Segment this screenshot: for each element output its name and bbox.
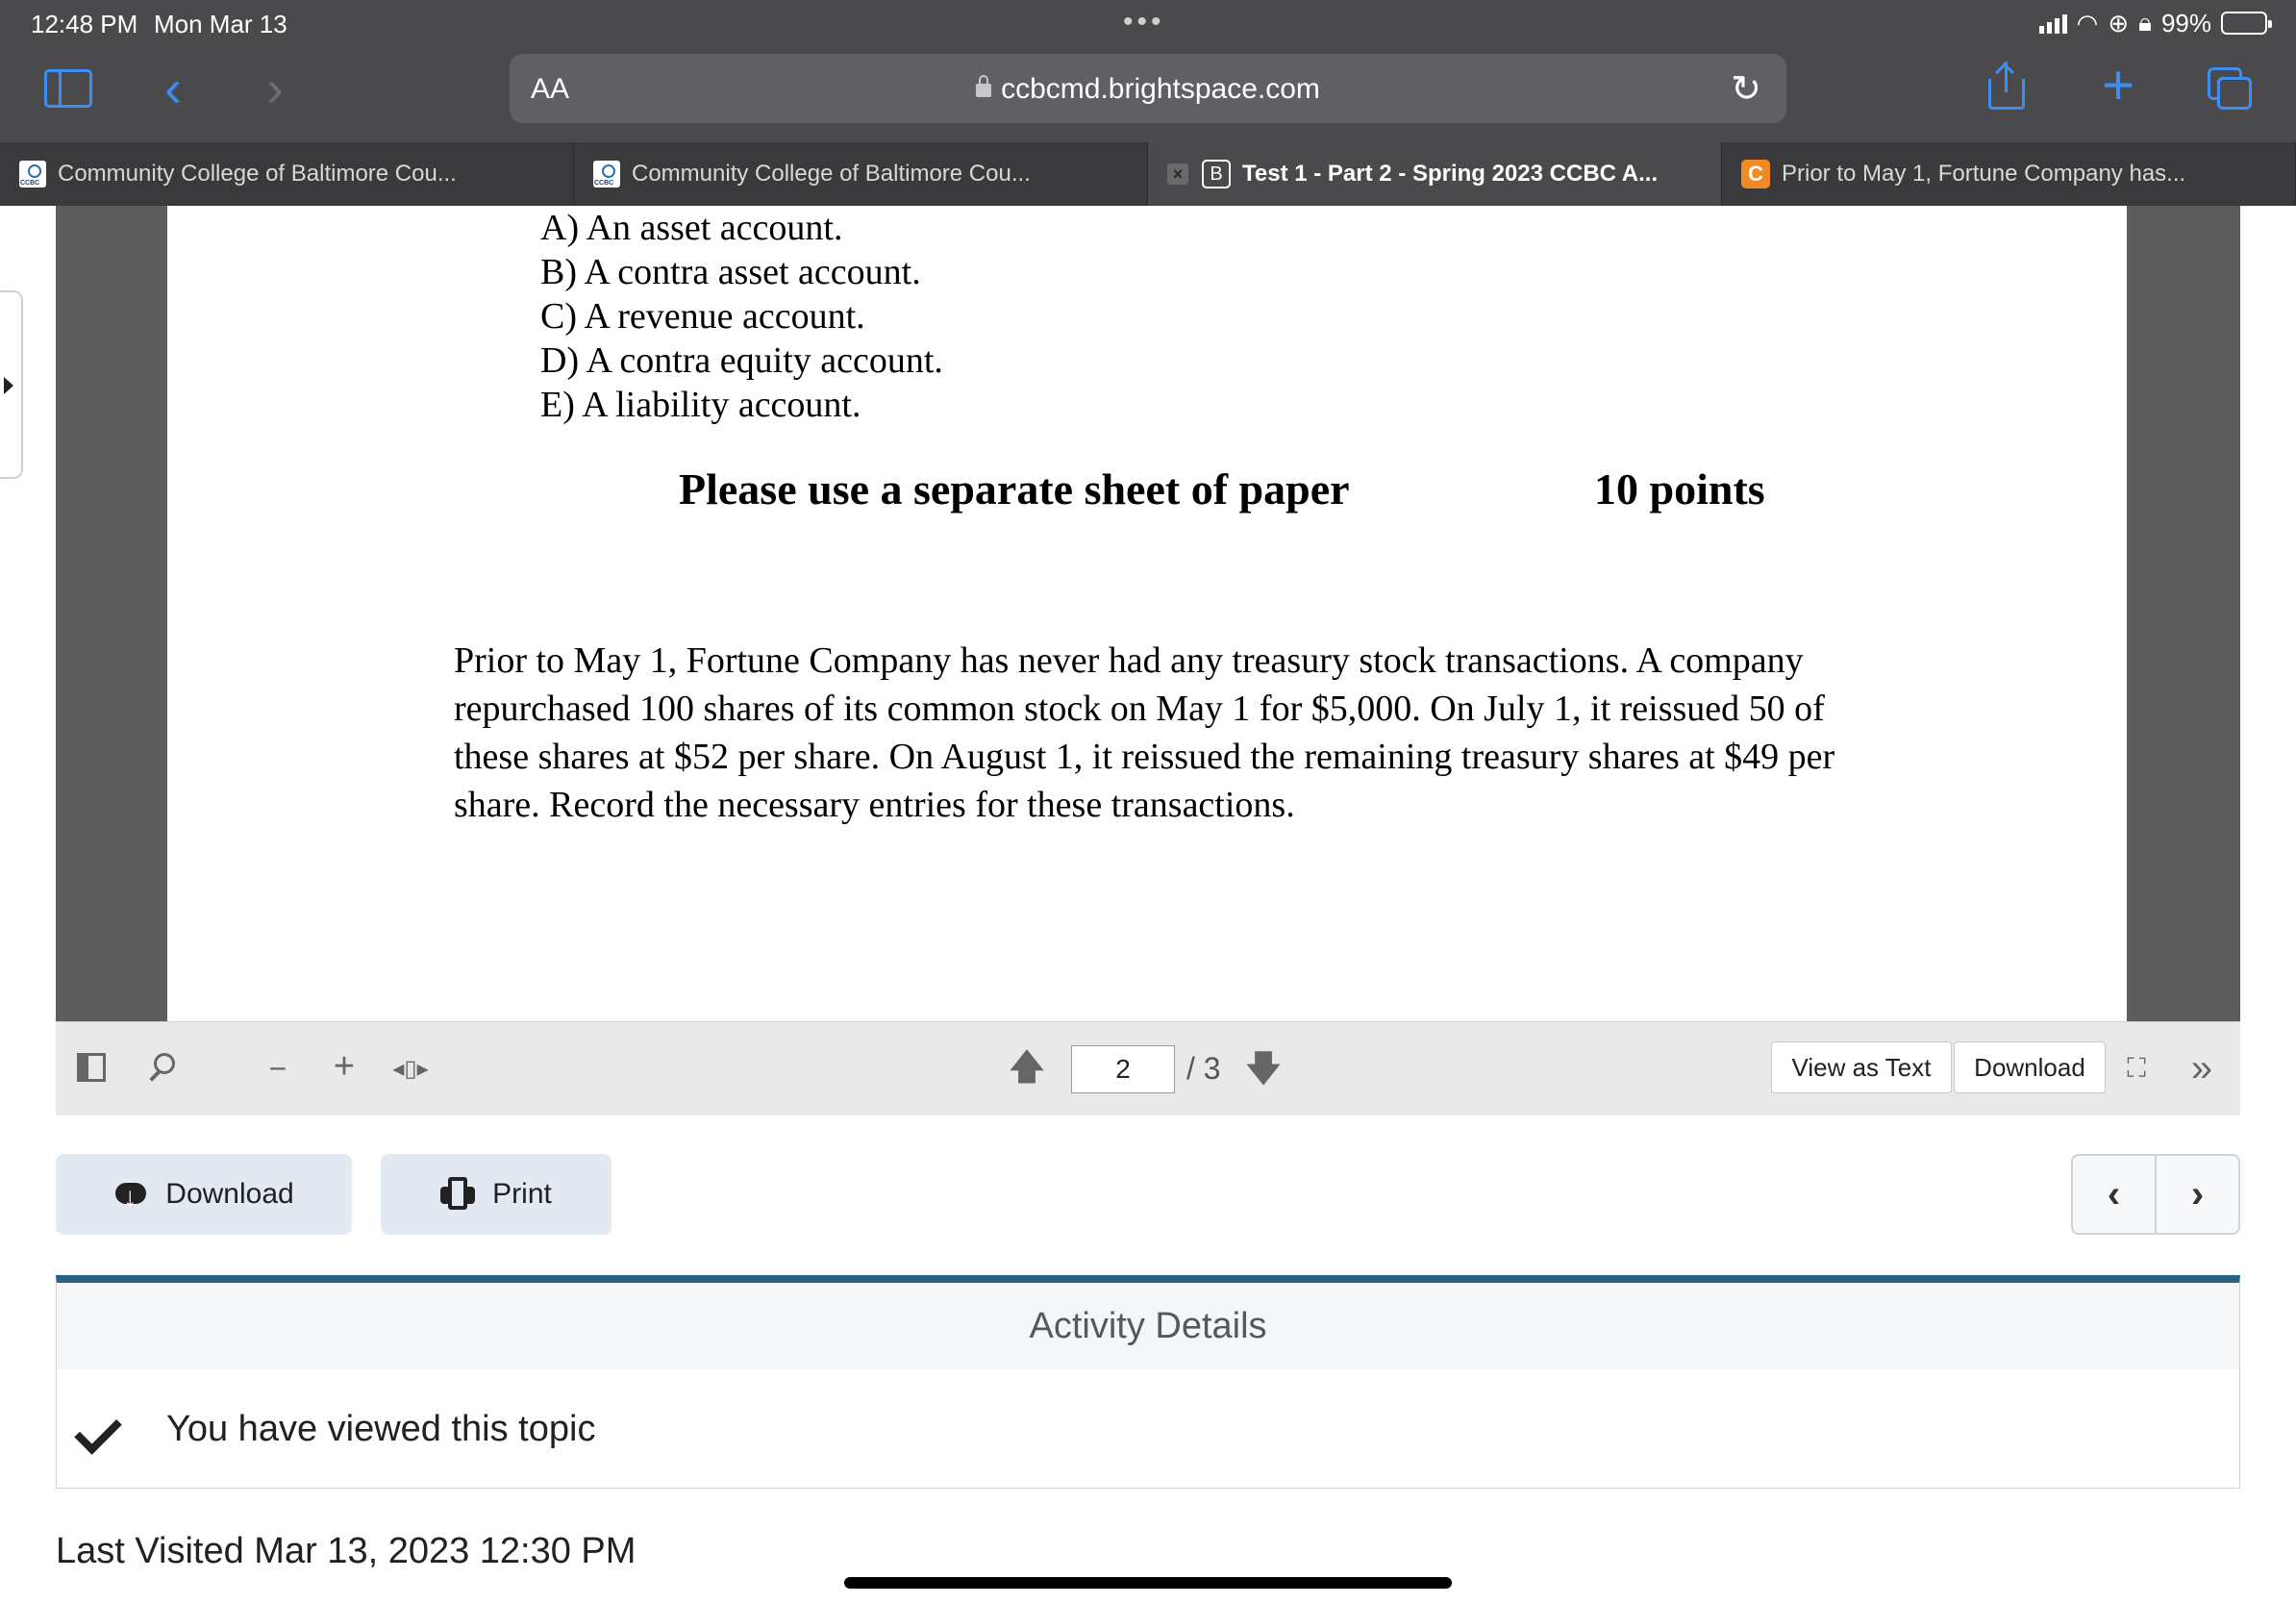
fullscreen-icon[interactable]: ⛶ [2117,1049,2156,1088]
battery-percent: 99% [2160,8,2211,38]
answer-choices: A) An asset account. B) A contra asset a… [540,206,943,427]
page-total: / 3 [1186,1051,1221,1086]
lock-status-icon: 🔒︎ [2138,8,2152,37]
cellular-signal-icon [2038,13,2067,34]
browser-toolbar: ‹ › AA ccbcmd.brightspace.com ↻ + [0,46,2296,142]
tab-title: Test 1 - Part 2 - Spring 2023 CCBC A... [1242,161,1659,187]
reload-icon[interactable]: ↻ [1727,67,1765,110]
lock-icon [976,75,992,97]
question-line: Prior to May 1, Fortune Company has neve… [454,640,1804,681]
last-visited-text: Last Visited Mar 13, 2023 12:30 PM [56,1531,636,1571]
document-page: A) An asset account. B) A contra asset a… [167,206,2127,1021]
tab-overview-icon[interactable] [2208,67,2256,112]
download-button[interactable]: Download [56,1154,352,1235]
previous-topic-icon[interactable]: ‹ [2073,1156,2155,1233]
zoom-in-icon[interactable]: + [327,1046,362,1087]
activity-status-text: You have viewed this topic [166,1408,596,1449]
printer-icon [440,1177,476,1212]
activity-details-panel: Activity Details You have viewed this to… [56,1275,2240,1489]
tab-bar: Community College of Baltimore Cou... Co… [0,142,2296,206]
activity-status: You have viewed this topic [57,1369,2239,1489]
browser-tab[interactable]: C Prior to May 1, Fortune Company has... [1722,142,2296,206]
view-as-text-button[interactable]: View as Text [1771,1041,1952,1093]
search-icon[interactable] [144,1051,177,1084]
zoom-out-icon[interactable]: − [262,1049,294,1088]
status-date: Mon Mar 13 [154,10,287,38]
share-icon[interactable] [1983,60,2031,113]
checkmark-icon [76,1410,124,1448]
browser-tab[interactable]: Community College of Baltimore Cou... [0,142,574,206]
choice-e: E) A liability account. [540,385,861,425]
cloud-download-icon [113,1177,148,1212]
new-tab-icon[interactable]: + [2094,54,2142,116]
sidebar-toggle-icon[interactable] [44,69,92,108]
choice-b: B) A contra asset account. [540,252,921,292]
fit-width-icon[interactable]: ◂▯▸ [388,1049,433,1088]
print-label: Print [492,1178,552,1210]
pdf-toolbar: − + ◂▯▸ 🡅 2 / 3 🡇 View as Text Download … [56,1021,2240,1115]
print-button[interactable]: Print [381,1154,611,1235]
choice-c: C) A revenue account. [540,296,865,337]
ccbc-logo-icon [19,161,46,188]
screen: 12:48 PM Mon Mar 13 ••• ◠ ⊕ 🔒︎ 99% ‹ › A… [0,0,2296,1604]
question-line: these shares at $52 per share. On August… [454,737,1835,777]
side-panel-handle-icon[interactable] [0,290,23,479]
browser-tab-active[interactable]: × B Test 1 - Part 2 - Spring 2023 CCBC A… [1148,142,1722,206]
browser-tab[interactable]: Community College of Baltimore Cou... [574,142,1148,206]
tab-title: Community College of Baltimore Cou... [632,161,1031,187]
home-indicator[interactable] [844,1577,1452,1589]
c-badge-icon: C [1741,160,1770,188]
browser-chrome: 12:48 PM Mon Mar 13 ••• ◠ ⊕ 🔒︎ 99% ‹ › A… [0,0,2296,142]
wifi-icon: ◠ [2076,8,2099,38]
question-line: share. Record the necessary entries for … [454,785,1295,825]
battery-icon [2221,12,2272,35]
points-label: 10 points [1594,464,1765,514]
forward-icon[interactable]: › [256,60,294,117]
page-number-input[interactable]: 2 [1071,1045,1175,1093]
next-topic-icon[interactable]: › [2155,1156,2238,1233]
status-indicators: ◠ ⊕ 🔒︎ 99% [2038,8,2272,38]
document-viewer[interactable]: A) An asset account. B) A contra asset a… [56,206,2240,1021]
url-text: ccbcmd.brightspace.com [1001,73,1320,105]
url-display[interactable]: ccbcmd.brightspace.com [510,73,1786,106]
choice-a: A) An asset account. [540,208,843,248]
next-page-icon[interactable]: 🡇 [1244,1049,1283,1093]
download-label: Download [165,1178,294,1210]
tab-title: Community College of Baltimore Cou... [58,161,457,187]
status-bar: 12:48 PM Mon Mar 13 ••• ◠ ⊕ 🔒︎ 99% [0,0,2296,46]
status-time: 12:48 PM [31,10,138,38]
multitasking-dots-icon[interactable]: ••• [1123,6,1165,38]
pdf-download-button[interactable]: Download [1954,1041,2106,1093]
tab-title: Prior to May 1, Fortune Company has... [1782,161,2186,187]
activity-heading: Activity Details [57,1283,2239,1369]
ccbc-logo-icon [593,161,620,188]
address-bar[interactable]: AA ccbcmd.brightspace.com ↻ [510,54,1786,123]
instruction-text: Please use a separate sheet of paper [679,464,1350,514]
close-tab-icon[interactable]: × [1167,163,1188,185]
question-text: Prior to May 1, Fortune Company has neve… [454,637,1954,829]
topic-pager: ‹ › [2071,1154,2240,1235]
orientation-lock-icon: ⊕ [2108,8,2130,38]
b-badge-icon: B [1202,160,1231,188]
more-tools-icon[interactable]: » [2181,1047,2223,1090]
back-icon[interactable]: ‹ [154,60,192,117]
thumbnail-panel-icon[interactable] [77,1053,106,1082]
previous-page-icon[interactable]: 🡅 [1008,1047,1046,1091]
choice-d: D) A contra equity account. [540,340,943,381]
question-line: repurchased 100 shares of its common sto… [454,689,1825,729]
